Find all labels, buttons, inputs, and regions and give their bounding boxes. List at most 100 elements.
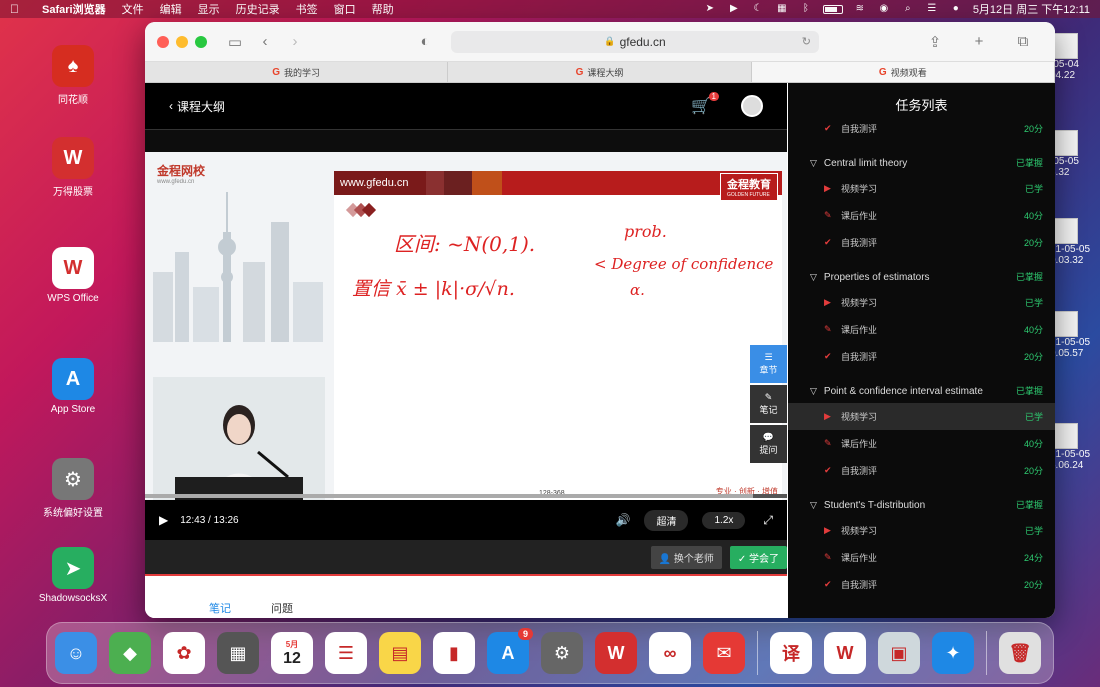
moon-icon[interactable]: ☾ (751, 4, 765, 14)
screenshot-file[interactable]: 21-05-05 0.03.32 (1050, 218, 1100, 266)
fullscreen-icon[interactable]: ⤢ (763, 513, 773, 528)
dock-notes-icon[interactable]: ▤ (379, 632, 421, 674)
menu-clock[interactable]: 5月12日 周三 下午12:11 (973, 1, 1090, 17)
menu-view[interactable]: 显示 (198, 1, 220, 17)
cart-icon[interactable]: 🛒 1 (691, 92, 719, 116)
back-icon[interactable]: ‹ (255, 32, 275, 52)
task-section-header[interactable]: ▽ Point & confidence interval estimate 已掌握 (788, 370, 1055, 403)
battery-icon[interactable] (822, 4, 843, 14)
dock-maps-icon[interactable]: ◆ (109, 632, 151, 674)
task-item[interactable]: ✎ 课后作业 24分 (788, 544, 1055, 571)
dock-system-preferences-icon[interactable]: ⚙ (541, 632, 583, 674)
ask-question-button[interactable]: 💬 提问 (750, 425, 787, 463)
spacer (145, 129, 787, 152)
tab-course-outline[interactable]: G 课程大纲 (448, 62, 752, 82)
tab-questions[interactable]: 问题 (271, 600, 293, 616)
play-icon[interactable]: ▶ (727, 4, 741, 14)
learned-button[interactable]: ✓ 学会了 (729, 545, 787, 569)
close-window-button[interactable] (157, 35, 169, 48)
task-item[interactable]: ✎ 课后作业 40分 (788, 202, 1055, 229)
sidebar-toggle-icon[interactable]: ▭ (225, 32, 245, 52)
reload-icon[interactable]: ↻ (802, 35, 811, 48)
send-icon[interactable]: ➤ (703, 4, 717, 14)
change-teacher-button[interactable]: 👤 换个老师 (650, 545, 722, 569)
desktop-icon[interactable]: W WPS Office (33, 247, 113, 304)
back-to-outline-link[interactable]: ‹ 课程大纲 (169, 98, 225, 115)
task-item[interactable]: ▶ 视频学习 已学 (788, 517, 1055, 544)
dock-preview-icon[interactable]: ▣ (878, 632, 920, 674)
forward-icon[interactable]: › (285, 32, 305, 52)
task-section-header[interactable]: ▽ Properties of estimators 已掌握 (788, 256, 1055, 289)
wifi-icon[interactable]: ≋ (853, 4, 867, 14)
dock-calendar-icon[interactable]: 5月 12 (271, 632, 313, 674)
progress-bar[interactable] (145, 494, 787, 498)
menu-app-name[interactable]: Safari浏览器 (42, 1, 106, 17)
video-frame[interactable]: 金程网校 www.gfedu.cn www.gfedu.cn 金程教育 GOLD… (145, 152, 787, 500)
task-item[interactable]: ▶ 视频学习 已学 (788, 403, 1055, 430)
task-item[interactable]: ▶ 视频学习 已学 (788, 175, 1055, 202)
menu-history[interactable]: 历史记录 (236, 1, 280, 17)
dock-mail-icon[interactable]: ✉ (703, 632, 745, 674)
volume-icon[interactable]: 🔊 (616, 513, 631, 527)
speed-button[interactable]: 1.2x (702, 511, 746, 529)
task-item[interactable]: ✔ 自我测评 20分 (788, 343, 1055, 370)
dock-app-store-icon[interactable]: A9 (487, 628, 533, 674)
desktop-icon[interactable]: ⚙ 系统偏好设置 (33, 458, 113, 519)
menu-file[interactable]: 文件 (122, 1, 144, 17)
task-section-header[interactable]: ▽ Central limit theory 已掌握 (788, 142, 1055, 175)
task-item[interactable]: ✎ 课后作业 40分 (788, 316, 1055, 343)
task-item[interactable]: ✔ 自我测评 20分 (788, 571, 1055, 598)
dock-reminders-icon[interactable]: ☰ (325, 632, 367, 674)
user-icon[interactable]: ◉ (877, 4, 891, 14)
dock-translator-icon[interactable]: 译 (770, 632, 812, 674)
tab-video-watch[interactable]: G 视频观看 (751, 62, 1055, 82)
menu-edit[interactable]: 编辑 (160, 1, 182, 17)
menu-bookmarks[interactable]: 书签 (296, 1, 318, 17)
zoom-window-button[interactable] (195, 35, 207, 48)
desktop-icon[interactable]: A App Store (33, 358, 113, 415)
tab-overview-icon[interactable]: ⧉ (1013, 32, 1033, 52)
bluetooth-icon[interactable]: ᛒ (799, 4, 813, 14)
play-button[interactable]: ▶ (159, 513, 168, 527)
share-icon[interactable]: ⇪ (925, 32, 945, 52)
task-item[interactable]: ✔ 自我测评 20分 (788, 229, 1055, 256)
dock-finder-icon[interactable]: ☺ (55, 632, 97, 674)
task-item[interactable]: ▶ 视频学习 已学 (788, 289, 1055, 316)
task-section-header[interactable]: ▽ Student's T-distribution 已掌握 (788, 484, 1055, 517)
address-bar[interactable]: 🔒 gfedu.cn ↻ (451, 30, 819, 53)
menu-help[interactable]: 帮助 (372, 1, 394, 17)
tab-notes[interactable]: 笔记 (209, 600, 231, 616)
control-center-icon[interactable]: ☰ (925, 4, 939, 14)
grid-icon[interactable]: ▦ (775, 4, 789, 14)
minimize-window-button[interactable] (176, 35, 188, 48)
apple-menu-icon[interactable]:  (10, 2, 26, 16)
screenshot-file[interactable]: -05-04 04.22 (1050, 33, 1100, 81)
dock-launchpad-icon[interactable]: ▦ (217, 632, 259, 674)
new-tab-icon[interactable]: + (969, 32, 989, 52)
screenshot-file[interactable]: 21-05-05 5.06.24 (1050, 423, 1100, 471)
chapters-button[interactable]: ☰ 章节 (750, 345, 787, 383)
desktop-icon[interactable]: W 万得股票 (33, 137, 113, 198)
notes-button[interactable]: ✎ 笔记 (750, 385, 787, 423)
dock-tencent-meeting-icon[interactable]: ∞ (649, 632, 691, 674)
task-item[interactable]: ✔ 自我测评 20分 (788, 457, 1055, 484)
dock-photos-icon[interactable]: ✿ (163, 632, 205, 674)
tab-my-study[interactable]: G 我的学习 (145, 62, 449, 82)
avatar[interactable] (741, 95, 763, 117)
dock-numbers-icon[interactable]: ▮ (433, 632, 475, 674)
task-item[interactable]: ✎ 课后作业 40分 (788, 430, 1055, 457)
dock-wind-icon[interactable]: W (595, 632, 637, 674)
menu-window[interactable]: 窗口 (334, 1, 356, 17)
screenshot-file[interactable]: 21-05-05 0.05.57 (1050, 311, 1100, 359)
desktop-icon[interactable]: ♠ 同花顺 (33, 45, 113, 106)
desktop-icon[interactable]: ➤ ShadowsocksX (33, 547, 113, 604)
search-icon[interactable]: ⌕ (901, 4, 915, 14)
screenshot-file[interactable]: -05-05 3.32 (1050, 130, 1100, 178)
dock-safari-icon[interactable]: ✦ (932, 632, 974, 674)
privacy-shield-icon[interactable]: ◐ (415, 32, 435, 52)
dock-wps-icon[interactable]: W (824, 632, 866, 674)
siri-icon[interactable]: ● (949, 4, 963, 14)
quiz-icon: ✔ (824, 123, 832, 133)
quality-button[interactable]: 超清 (644, 509, 689, 531)
dock-trash-icon[interactable]: 🗑 (999, 632, 1041, 674)
